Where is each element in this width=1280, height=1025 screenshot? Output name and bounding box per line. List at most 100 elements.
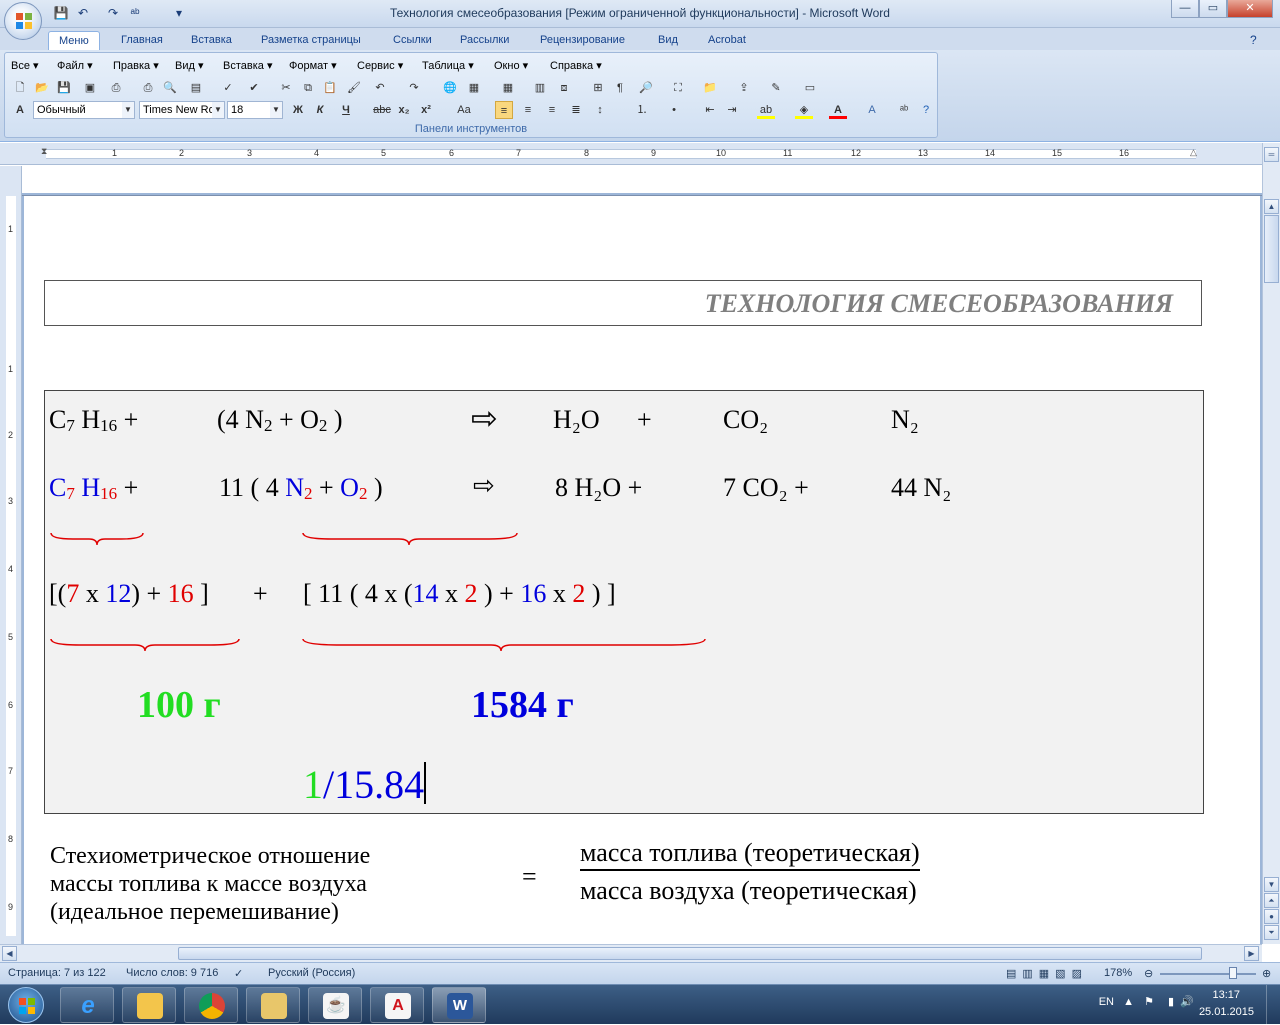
paste-icon[interactable]: 📋 <box>321 79 339 97</box>
new-icon[interactable]: 🗋 <box>11 79 29 97</box>
format-painter-icon[interactable]: 🖌 <box>345 79 363 97</box>
tab-view[interactable]: Вид <box>658 31 678 50</box>
browse-object-button[interactable]: ● <box>1264 909 1279 924</box>
redo-icon[interactable]: ↷ <box>405 79 423 97</box>
permission-icon[interactable]: ▣ <box>81 79 99 97</box>
font-select[interactable]: Times New Ro ▼ <box>139 101 225 119</box>
align-left-icon[interactable]: ≡ <box>495 101 513 119</box>
align-center-icon[interactable]: ≡ <box>519 101 537 119</box>
java-taskbar-button[interactable]: ☕ <box>308 987 362 1023</box>
word-taskbar-button[interactable]: W <box>432 987 486 1023</box>
tab-insert[interactable]: Вставка <box>191 31 232 50</box>
menu-all[interactable]: Все ▾ <box>11 59 39 72</box>
horizontal-scrollbar[interactable]: ◀ ▶ <box>0 944 1262 962</box>
styles-icon[interactable]: A <box>11 101 29 119</box>
vertical-ruler[interactable]: 1 1 2 3 4 5 6 7 8 9 <box>0 166 22 944</box>
superscript-button[interactable]: x² <box>417 101 435 119</box>
help-icon[interactable]: ? <box>917 101 935 119</box>
minimize-button[interactable]: — <box>1171 0 1199 18</box>
zoom-icon[interactable]: 🔎 <box>637 79 655 97</box>
tab-home[interactable]: Главная <box>121 31 163 50</box>
page[interactable]: ТЕХНОЛОГИЯ СМЕСЕОБРАЗОВАНИЯ C7 H16 + (4 … <box>24 196 1260 944</box>
hyperlink-icon[interactable]: 🌐 <box>441 79 459 97</box>
indent-marker-icon[interactable]: ⧗ <box>41 146 51 162</box>
scroll-down-button[interactable]: ▼ <box>1264 877 1279 892</box>
document-area[interactable]: ТЕХНОЛОГИЯ СМЕСЕОБРАЗОВАНИЯ C7 H16 + (4 … <box>22 166 1262 944</box>
folder-icon[interactable]: 📁 <box>701 79 719 97</box>
right-indent-marker-icon[interactable]: △ <box>1190 147 1200 161</box>
menu-edit[interactable]: Правка ▾ <box>113 59 159 72</box>
split-icon[interactable]: ═ <box>1264 147 1279 162</box>
save-icon[interactable]: 💾 <box>55 79 73 97</box>
zoom-level[interactable]: 178% <box>1104 967 1132 979</box>
network-icon[interactable]: ▮ <box>1168 995 1174 1008</box>
align-right-icon[interactable]: ≡ <box>543 101 561 119</box>
drawing-icon[interactable]: ⧈ <box>555 79 573 97</box>
menu-insert[interactable]: Вставка ▾ <box>223 59 272 72</box>
font-size-select[interactable]: 18 ▼ <box>227 101 283 119</box>
zoom-slider-thumb[interactable] <box>1228 967 1237 979</box>
start-button[interactable] <box>8 987 44 1023</box>
scroll-left-button[interactable]: ◀ <box>2 946 17 961</box>
cut-icon[interactable]: ✂ <box>277 79 295 97</box>
show-hidden-icons-icon[interactable]: ▲ <box>1123 996 1134 1008</box>
word-count[interactable]: Число слов: 9 716 <box>126 967 218 979</box>
page-count[interactable]: Страница: 7 из 122 <box>8 967 106 979</box>
insert-table-icon[interactable]: ▦ <box>499 79 517 97</box>
font-color-icon[interactable]: A <box>829 101 847 119</box>
change-case-button[interactable]: Aa <box>451 101 477 119</box>
line-spacing-icon[interactable]: ↕ <box>591 101 609 119</box>
chrome-taskbar-button[interactable] <box>184 987 238 1023</box>
show-desktop-button[interactable] <box>1266 985 1280 1025</box>
horizontal-ruler[interactable]: 1 2 3 4 5 6 7 8 9 10 11 12 13 14 15 16 ⧗… <box>0 143 1262 165</box>
tab-menu[interactable]: Меню <box>48 31 100 50</box>
zoom-slider[interactable] <box>1160 967 1256 979</box>
style-select[interactable]: Обычный ▼ <box>33 101 135 119</box>
decrease-indent-icon[interactable]: ⇤ <box>701 101 719 119</box>
menu-view[interactable]: Вид ▾ <box>175 59 203 72</box>
previous-page-button[interactable]: ⏶ <box>1264 893 1279 908</box>
scroll-thumb[interactable] <box>1264 215 1279 283</box>
print-icon[interactable]: ⎙ <box>107 79 125 97</box>
fullscreen-icon[interactable]: ⛶ <box>669 79 687 97</box>
maximize-button[interactable]: ▭ <box>1199 0 1227 18</box>
tab-mailings[interactable]: Рассылки <box>460 31 509 50</box>
text-effects-icon[interactable]: A <box>863 101 881 119</box>
subscript-button[interactable]: x₂ <box>395 101 413 119</box>
spelling-icon[interactable]: ✓ <box>219 79 237 97</box>
acrobat-taskbar-button[interactable]: A <box>370 987 424 1023</box>
proofing-icon[interactable]: ✓ <box>234 967 243 980</box>
equation-box[interactable]: C7 H16 + (4 N2 + O2 ) ⇨ H₂O + CO₂ N₂ C7 … <box>44 390 1204 814</box>
menu-window[interactable]: Окно ▾ <box>494 59 528 72</box>
input-language[interactable]: EN <box>1099 996 1114 1008</box>
menu-format[interactable]: Формат ▾ <box>289 59 337 72</box>
check-icon[interactable]: ✔ <box>245 79 263 97</box>
bold-button[interactable]: Ж <box>289 101 307 119</box>
clock-date[interactable]: 25.01.2015 <box>1199 1006 1254 1018</box>
tables-borders-icon[interactable]: ▦ <box>465 79 483 97</box>
help-icon[interactable]: ? <box>1250 31 1257 50</box>
explorer-taskbar-button[interactable] <box>246 987 300 1023</box>
clock-time[interactable]: 13:17 <box>1212 989 1240 1001</box>
highlight-icon[interactable]: ✎ <box>767 79 785 97</box>
hscroll-thumb[interactable] <box>178 947 1202 960</box>
increase-indent-icon[interactable]: ⇥ <box>723 101 741 119</box>
scroll-right-button[interactable]: ▶ <box>1244 946 1259 961</box>
ie-taskbar-button[interactable]: e <box>60 987 114 1023</box>
language[interactable]: Русский (Россия) <box>268 967 355 979</box>
outlook-taskbar-button[interactable] <box>122 987 176 1023</box>
menu-tools[interactable]: Сервис ▾ <box>357 59 403 72</box>
open-icon[interactable]: 📂 <box>33 79 51 97</box>
tab-acrobat[interactable]: Acrobat <box>708 31 746 50</box>
strikethrough-button[interactable]: abc <box>371 101 393 119</box>
volume-icon[interactable]: 🔊 <box>1180 995 1194 1008</box>
document-map-icon[interactable]: ⊞ <box>589 79 607 97</box>
italic-button[interactable]: К <box>311 101 329 119</box>
spell-icon[interactable]: ᵃᵇ <box>895 101 913 119</box>
undo-icon[interactable]: ↶ <box>371 79 389 97</box>
show-hide-icon[interactable]: ¶ <box>611 79 629 97</box>
underline-button[interactable]: Ч <box>337 101 355 119</box>
copy-icon[interactable]: ⧉ <box>299 79 317 97</box>
scroll-up-button[interactable]: ▲ <box>1264 199 1279 214</box>
tab-references[interactable]: Ссылки <box>393 31 432 50</box>
